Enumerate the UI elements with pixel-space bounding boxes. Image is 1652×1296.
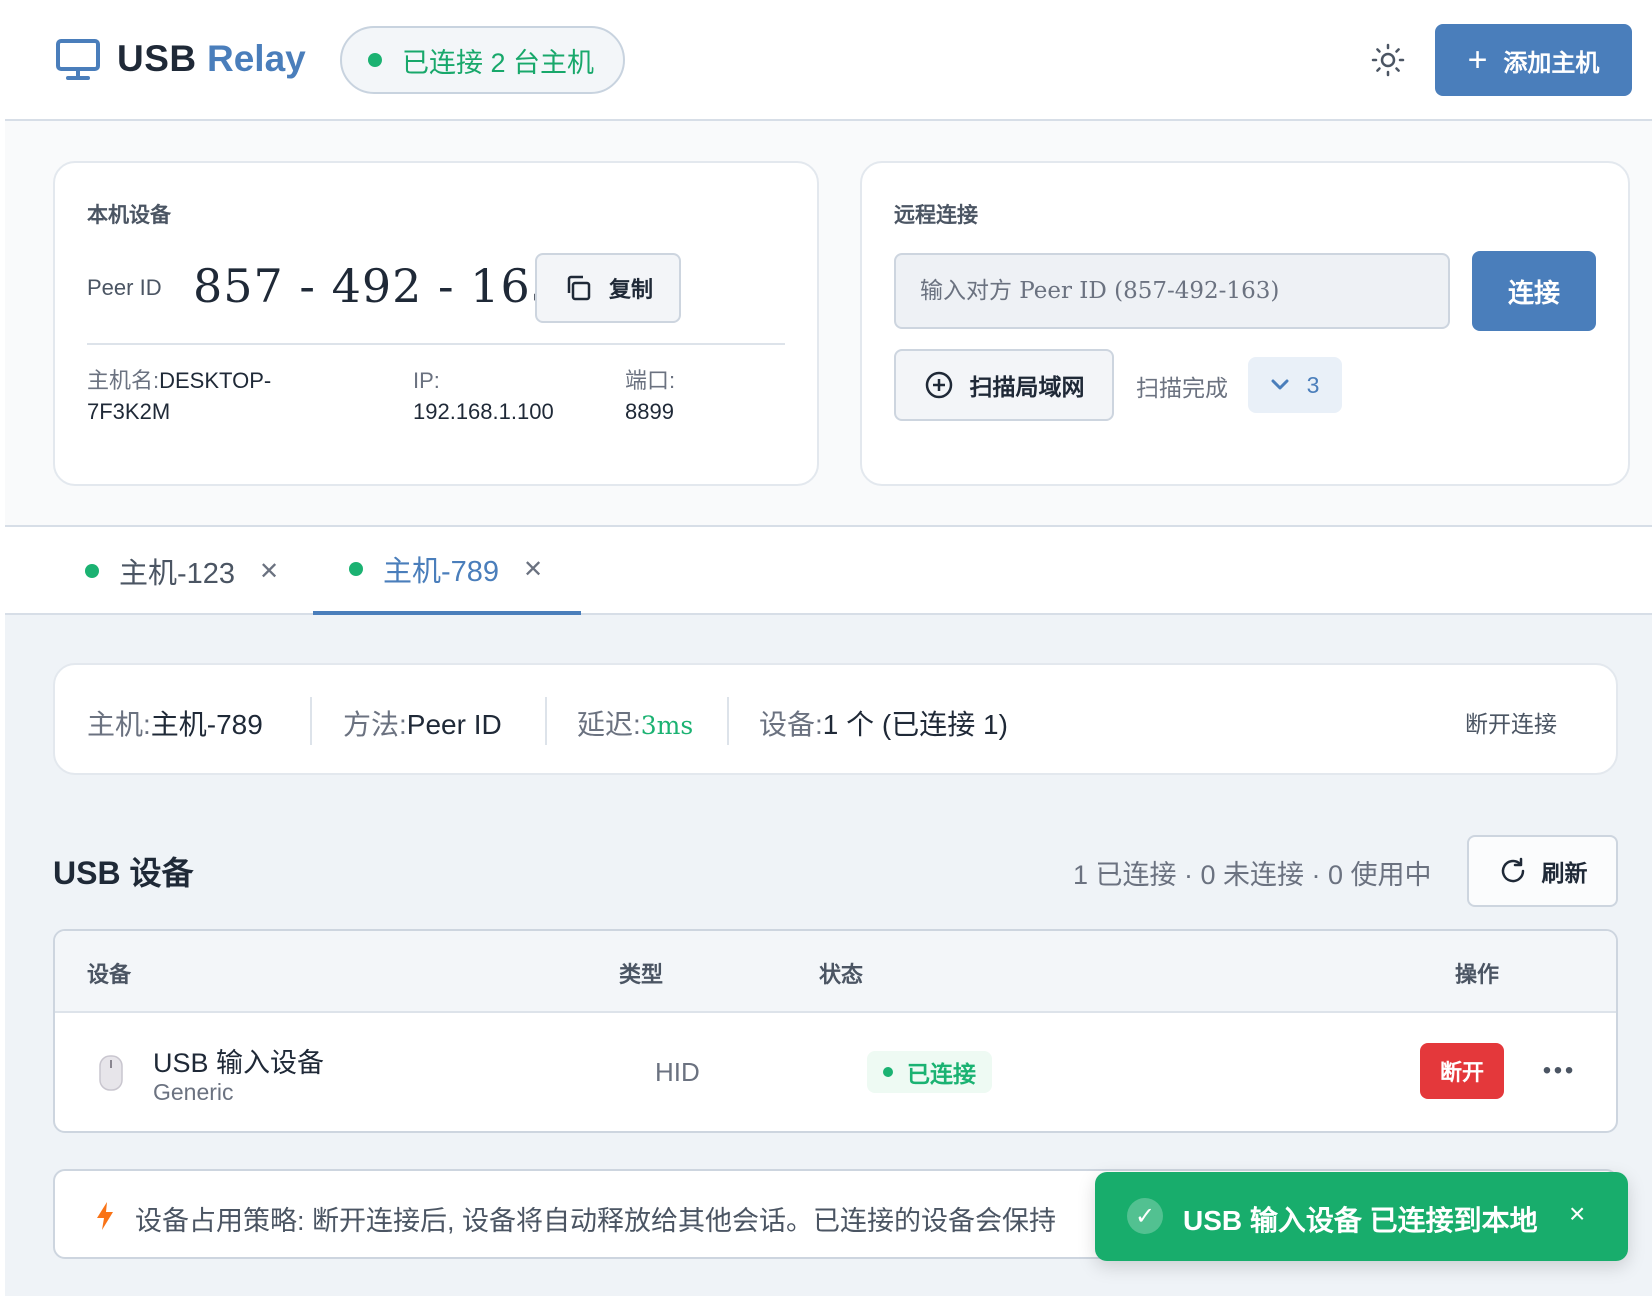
connection-status-text: 已连接 2 台主机 (402, 47, 595, 78)
plus-icon: + (1467, 41, 1488, 79)
scan-result-count: 3 (1306, 371, 1320, 398)
devices-value: 1 个 (已连接 1) (822, 709, 1008, 740)
disconnect-host-link[interactable]: 断开连接 (1465, 705, 1557, 739)
add-host-label: 添加主机 (1503, 49, 1600, 77)
column-header-status: 状态 (819, 962, 864, 987)
device-vendor: Generic (153, 1079, 234, 1105)
local-device-card: 本机设备 Peer ID 857 - 492 - 163 复制 主机名:DESK… (53, 161, 819, 486)
online-dot (349, 562, 363, 576)
devices-label: 设备: (759, 709, 823, 740)
table-header: 设备 类型 状态 操作 (55, 931, 1616, 1013)
scan-lan-button[interactable]: 扫描局域网 (894, 349, 1114, 421)
disconnect-device-button[interactable]: 断开 (1420, 1043, 1504, 1099)
ip-label: IP: (413, 368, 440, 393)
connect-button[interactable]: 连接 (1472, 251, 1596, 331)
scan-lan-label: 扫描局域网 (969, 374, 1085, 400)
tab-label: 主机-789 (383, 556, 500, 588)
tab-host-789[interactable]: 主机-789 ✕ (313, 527, 581, 615)
ip-value: 192.168.1.100 (413, 399, 554, 424)
divider (87, 343, 785, 345)
refresh-button[interactable]: 刷新 (1467, 835, 1618, 907)
host-label: 主机: (87, 709, 151, 740)
port-info: 端口: 8899 (625, 365, 675, 427)
latency-value: 3ms (640, 711, 694, 740)
table-row: USB 输入设备 Generic HID 已连接 断开 • • • (55, 1013, 1616, 1131)
separator (310, 697, 312, 745)
peer-id-label: Peer ID (87, 275, 162, 300)
mouse-icon (99, 1055, 123, 1091)
hostname-label: 主机名: (87, 368, 160, 393)
column-header-device: 设备 (87, 962, 132, 987)
method-info: 方法:Peer ID (343, 703, 502, 743)
separator (727, 697, 729, 745)
scan-results-toggle[interactable]: 3 (1248, 357, 1342, 413)
column-header-type: 类型 (619, 962, 664, 987)
lightning-icon (97, 1202, 113, 1230)
tab-host-123[interactable]: 主机-123 ✕ (85, 527, 279, 615)
more-options-icon[interactable]: • • • (1535, 1049, 1579, 1093)
tab-label: 主机-123 (119, 558, 236, 590)
peer-id-value: 857 - 492 - 163 (193, 259, 561, 313)
ip-info: IP: 192.168.1.100 (413, 365, 554, 427)
local-card-title: 本机设备 (87, 204, 171, 227)
logo-relay-text: Relay (207, 38, 306, 79)
add-host-button[interactable]: + 添加主机 (1435, 24, 1632, 96)
copy-icon (567, 275, 591, 301)
separator (545, 697, 547, 745)
connection-status-badge: 已连接 2 台主机 (340, 26, 625, 94)
refresh-label: 刷新 (1541, 860, 1588, 886)
method-value: Peer ID (406, 709, 502, 740)
column-header-action: 操作 (1455, 962, 1500, 987)
toast-message: USB 输入设备 已连接到本地 (1183, 1205, 1538, 1236)
close-icon[interactable]: × (1569, 1198, 1585, 1230)
check-icon: ✓ (1127, 1198, 1163, 1234)
host-name-info: 主机:主机-789 (87, 703, 263, 743)
scan-status-text: 扫描完成 (1136, 375, 1228, 401)
device-name: USB 输入设备 (153, 1048, 325, 1078)
status-dot (883, 1067, 893, 1077)
sun-icon[interactable] (1370, 42, 1406, 78)
method-label: 方法: (343, 709, 407, 740)
host-tabs: 主机-123 ✕ 主机-789 ✕ (5, 527, 1652, 615)
refresh-icon (1501, 857, 1524, 883)
devices-info: 设备:1 个 (已连接 1) (759, 703, 1008, 743)
status-badge: 已连接 (867, 1051, 992, 1093)
copy-label: 复制 (608, 277, 653, 302)
status-dot (368, 53, 382, 67)
success-toast: ✓ USB 输入设备 已连接到本地 × (1095, 1172, 1628, 1261)
chevron-down-icon (1271, 379, 1289, 390)
latency-label: 延迟: (577, 709, 641, 740)
host-info-bar: 主机:主机-789 方法:Peer ID 延迟:3ms 设备:1 个 (已连接 … (53, 663, 1618, 775)
host-value: 主机-789 (150, 709, 263, 740)
hostname-value: DESKTOP- (159, 368, 272, 393)
close-icon[interactable]: ✕ (259, 557, 279, 586)
monitor-icon (56, 39, 100, 80)
app-header: USB Relay 已连接 2 台主机 + 添加主机 (5, 0, 1652, 121)
usb-summary: 1 已连接 · 0 未连接 · 0 使用中 (1073, 860, 1432, 890)
usb-section-title: USB 设备 (53, 855, 194, 891)
remote-card-title: 远程连接 (894, 204, 978, 227)
logo-usb-text: USB (117, 38, 197, 79)
peer-id-input[interactable] (894, 253, 1450, 329)
remote-connect-card: 远程连接 连接 扫描局域网 扫描完成 3 (860, 161, 1630, 486)
online-dot (85, 564, 99, 578)
port-value: 8899 (625, 399, 674, 424)
device-type: HID (655, 1057, 700, 1087)
copy-button[interactable]: 复制 (535, 253, 681, 323)
plus-circle-icon (925, 371, 952, 399)
usb-device-table: 设备 类型 状态 操作 USB 输入设备 Generic HID 已连接 断开 … (53, 929, 1618, 1133)
hostname-info: 主机名:DESKTOP- 7F3K2M (87, 365, 271, 427)
latency-info: 延迟:3ms (577, 703, 693, 743)
port-label: 端口: (625, 368, 676, 393)
policy-text: 设备占用策略: 断开连接后, 设备将自动释放给其他会话。已连接的设备会保持 (135, 1206, 1057, 1236)
close-icon[interactable]: ✕ (523, 555, 543, 584)
hostname-value-cont: 7F3K2M (87, 399, 171, 424)
top-panel: 本机设备 Peer ID 857 - 492 - 163 复制 主机名:DESK… (5, 121, 1652, 527)
status-text: 已连接 (907, 1061, 976, 1087)
